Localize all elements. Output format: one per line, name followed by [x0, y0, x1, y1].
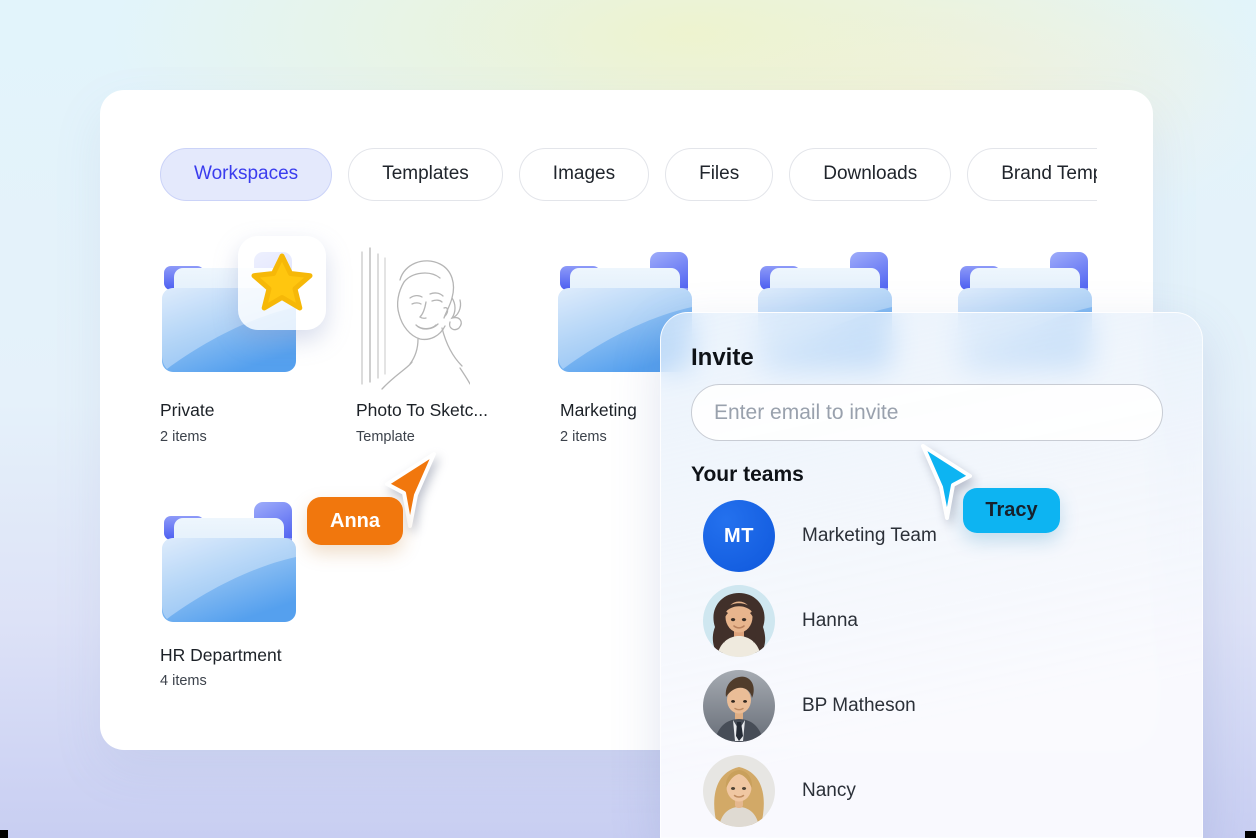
anna-cursor-label: Anna: [307, 497, 403, 545]
tab-files[interactable]: Files: [665, 148, 774, 201]
template-name: Photo To Sketc...: [356, 400, 488, 420]
screenshot-corner-artifact: [0, 830, 8, 838]
team-name: Marketing Team: [802, 525, 937, 546]
invite-panel: Invite Your teams MT Marketing Team: [660, 312, 1203, 838]
invite-email-input[interactable]: [691, 384, 1163, 441]
team-row-hanna[interactable]: Hanna: [703, 585, 937, 657]
screenshot-corner-artifact: [1245, 831, 1256, 838]
category-tab-bar: Workspaces Templates Images Files Downlo…: [160, 148, 1097, 202]
bp-matheson-avatar: [703, 670, 775, 742]
tab-downloads[interactable]: Downloads: [789, 148, 952, 201]
template-type: Template: [356, 429, 415, 445]
team-row-nancy[interactable]: Nancy: [703, 755, 937, 827]
hanna-avatar: [703, 585, 775, 657]
folder-item-count: 4 items: [160, 673, 207, 689]
tracy-cursor-label: Tracy: [963, 488, 1060, 533]
folder-name: Marketing: [560, 400, 637, 420]
folder-tile-hr-department[interactable]: [160, 502, 298, 624]
folder-name: HR Department: [160, 645, 282, 665]
nancy-avatar: [703, 755, 775, 827]
template-tile-photo-to-sketch[interactable]: [352, 246, 471, 390]
tab-templates[interactable]: Templates: [348, 148, 503, 201]
folder-item-count: 2 items: [160, 429, 207, 445]
team-name: BP Matheson: [802, 695, 916, 716]
tab-images[interactable]: Images: [518, 148, 650, 201]
team-name: Hanna: [802, 610, 858, 631]
sketch-portrait-thumbnail: [361, 247, 471, 390]
tab-brand-templates[interactable]: Brand Templates: [967, 148, 1097, 201]
team-row-bp-matheson[interactable]: BP Matheson: [703, 670, 937, 742]
team-row-marketing-team[interactable]: MT Marketing Team: [703, 500, 937, 572]
folder-name: Private: [160, 400, 215, 420]
your-teams-heading: Your teams: [691, 463, 804, 486]
marketing-team-avatar: MT: [703, 500, 775, 572]
favorite-star-badge[interactable]: [238, 236, 326, 330]
app-canvas: Workspaces Templates Images Files Downlo…: [0, 0, 1256, 838]
folder-item-count: 2 items: [560, 429, 607, 445]
team-list: MT Marketing Team Hanna BP Matheson Nanc…: [703, 500, 937, 838]
folder-icon: [160, 502, 298, 624]
tab-workspaces[interactable]: Workspaces: [160, 148, 333, 201]
invite-title: Invite: [691, 344, 754, 371]
team-name: Nancy: [802, 780, 856, 801]
star-icon: [251, 253, 313, 311]
